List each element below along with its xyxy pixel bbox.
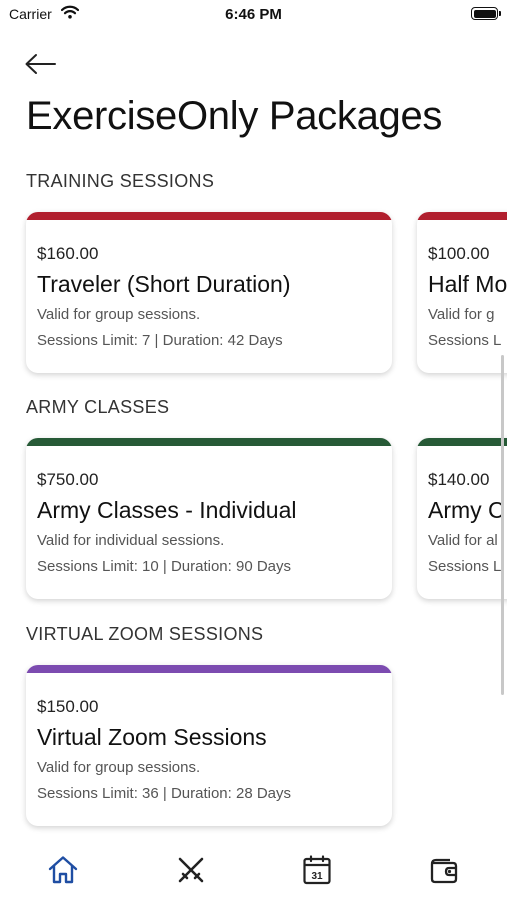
training-sessions-carousel[interactable]: $160.00 Traveler (Short Duration) Valid …: [0, 208, 507, 384]
package-price: $150.00: [37, 697, 99, 716]
tab-training[interactable]: [171, 852, 211, 888]
bottom-tab-bar: 31: [0, 840, 507, 900]
package-limits: Sessions Limit: 7 | Duration: 42 Days: [37, 332, 283, 349]
package-description: Valid for individual sessions.: [37, 532, 225, 549]
vertical-scrollbar[interactable]: [501, 355, 504, 695]
package-limits: Sessions L: [428, 558, 502, 575]
section-label-army-classes: ARMY CLASSES: [26, 397, 170, 417]
package-card[interactable]: $140.00 Army C Valid for al Sessions L: [417, 438, 507, 599]
package-name: Half Mo: [428, 271, 507, 297]
tab-calendar[interactable]: 31: [297, 852, 337, 888]
package-limits: Sessions Limit: 36 | Duration: 28 Days: [37, 785, 292, 802]
page-title: ExerciseOnly Packages: [26, 94, 443, 138]
package-card[interactable]: $150.00 Virtual Zoom Sessions Valid for …: [26, 665, 392, 826]
package-price: $140.00: [428, 470, 490, 489]
section-label-training-sessions: TRAINING SESSIONS: [26, 171, 215, 191]
package-description: Valid for group sessions.: [37, 759, 201, 776]
section-label-virtual-zoom-sessions: VIRTUAL ZOOM SESSIONS: [26, 624, 264, 644]
package-card[interactable]: $100.00 Half Mo Valid for g Sessions L: [417, 212, 507, 373]
package-description: Valid for group sessions.: [37, 306, 201, 323]
card-accent-bar: [417, 212, 507, 220]
package-limits: Sessions L: [428, 332, 502, 349]
calendar-icon: 31: [303, 855, 331, 885]
card-accent-bar: [417, 438, 507, 446]
package-price: $100.00: [428, 244, 490, 263]
tab-home[interactable]: [43, 852, 83, 888]
card-accent-bar: [26, 665, 392, 673]
clock: 6:46 PM: [225, 6, 282, 23]
arrow-left-icon: [25, 54, 56, 74]
back-button[interactable]: [22, 50, 58, 78]
status-bar: Carrier 6:46 PM: [0, 0, 507, 30]
package-price: $750.00: [37, 470, 99, 489]
package-price: $160.00: [37, 244, 99, 263]
package-name: Virtual Zoom Sessions: [37, 724, 267, 750]
crossed-swords-icon: [178, 857, 204, 883]
card-accent-bar: [26, 438, 392, 446]
army-classes-carousel[interactable]: $750.00 Army Classes - Individual Valid …: [0, 434, 507, 610]
calendar-day-label: 31: [311, 871, 323, 882]
package-card[interactable]: $160.00 Traveler (Short Duration) Valid …: [26, 212, 392, 373]
home-icon: [48, 856, 78, 884]
package-name: Army Classes - Individual: [37, 497, 297, 523]
battery-icon: [471, 7, 501, 20]
tab-wallet[interactable]: [424, 852, 464, 888]
package-description: Valid for g: [428, 306, 495, 323]
package-description: Valid for al: [428, 532, 498, 549]
package-name: Traveler (Short Duration): [37, 271, 291, 297]
package-limits: Sessions Limit: 10 | Duration: 90 Days: [37, 558, 292, 575]
package-card[interactable]: $750.00 Army Classes - Individual Valid …: [26, 438, 392, 599]
package-name: Army C: [428, 497, 505, 523]
virtual-zoom-sessions-carousel[interactable]: $150.00 Virtual Zoom Sessions Valid for …: [0, 661, 507, 837]
wallet-icon: [430, 858, 458, 884]
card-accent-bar: [26, 212, 392, 220]
